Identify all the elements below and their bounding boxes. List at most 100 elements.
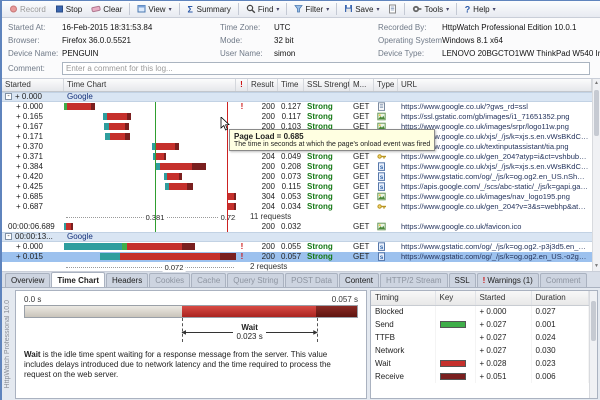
column-header-type[interactable]: Type: [374, 79, 398, 91]
bar-segment: [120, 253, 220, 260]
collapse-icon[interactable]: -: [5, 233, 12, 240]
save-button[interactable]: Save▾: [340, 3, 383, 15]
collapse-icon[interactable]: -: [5, 93, 12, 100]
comment-input[interactable]: [62, 62, 590, 75]
tab-post-data[interactable]: POST Data: [285, 273, 338, 287]
request-row[interactable]: + 0.3842000.208StrongGETshttps://www.goo…: [2, 162, 592, 172]
timing-column-started[interactable]: Started: [475, 291, 531, 305]
timing-key: [435, 331, 475, 344]
request-row[interactable]: + 0.4252000.115StrongGETshttps://apis.go…: [2, 182, 592, 192]
column-header-timechart[interactable]: Time Chart: [64, 79, 236, 91]
column-header-url[interactable]: URL: [398, 79, 592, 91]
timing-column-key[interactable]: Key: [435, 291, 475, 305]
request-row[interactable]: + 0.1712000.103StrongGETshttps://www.goo…: [2, 132, 592, 142]
scrollbar-thumb[interactable]: [594, 90, 599, 136]
page-group-row[interactable]: -00:00:13...Google: [2, 232, 592, 242]
summary-button[interactable]: ΣSummary: [183, 3, 235, 16]
timing-scrollbar-thumb[interactable]: [591, 301, 596, 341]
filter-button[interactable]: Filter▾: [290, 3, 333, 15]
toolbar-button-label: Record: [20, 5, 46, 14]
request-row[interactable]: + 0.4202000.073StrongGETshttps://www.gst…: [2, 172, 592, 182]
tools-button[interactable]: Tools▾: [408, 3, 453, 15]
request-time: 0.053: [278, 192, 304, 202]
tab-query-string[interactable]: Query String: [227, 273, 284, 287]
http-method: GET: [350, 112, 374, 122]
request-time-bar: [64, 202, 236, 212]
request-row[interactable]: + 0.6872040.034StrongGEThttps://www.goog…: [2, 202, 592, 212]
find-button[interactable]: Find▾: [242, 3, 284, 15]
request-row[interactable]: + 0.1652000.117StrongGEThttps://ssl.gsta…: [2, 112, 592, 122]
column-header-started[interactable]: Started: [2, 79, 64, 91]
request-started: + 0.384: [2, 162, 64, 172]
timing-row[interactable]: TTFB+ 0.0270.024: [371, 331, 589, 344]
ssl-strength: Strong: [304, 162, 350, 172]
brand-strip: HttpWatch Professional 10.0: [2, 288, 13, 400]
view-button[interactable]: View▾: [133, 3, 175, 15]
timing-column-timing[interactable]: Timing: [371, 291, 435, 305]
tab-content[interactable]: Content: [339, 273, 379, 287]
request-row[interactable]: 00:00:06.6892000.032GEThttps://www.googl…: [2, 222, 592, 232]
timing-name: Receive: [371, 370, 435, 383]
stop-button[interactable]: Stop: [51, 3, 86, 15]
column-header-ssl[interactable]: SSL Strength: [304, 79, 350, 91]
request-started: + 0.420: [2, 172, 64, 182]
column-header-method[interactable]: M...: [350, 79, 374, 91]
timing-row[interactable]: Wait+ 0.0280.023: [371, 357, 589, 370]
time-bar: [103, 113, 131, 120]
timing-column-duration[interactable]: Duration: [531, 291, 589, 305]
warning-indicator: [236, 192, 248, 202]
scroll-up-icon[interactable]: ▲: [593, 79, 600, 88]
column-header-warning[interactable]: !: [236, 79, 248, 91]
request-row[interactable]: + 0.3702000.112StrongGEThttps://www.goog…: [2, 142, 592, 152]
request-row[interactable]: + 0.3712040.049StrongGEThttps://www.goog…: [2, 152, 592, 162]
column-header-time[interactable]: Time: [278, 79, 304, 91]
help-button[interactable]: ?Help▾: [460, 3, 499, 16]
info-value: 32 bit: [274, 36, 378, 45]
tab-overview[interactable]: Overview: [5, 273, 50, 287]
request-row[interactable]: + 0.000!2000.055StrongGETshttps://www.gs…: [2, 242, 592, 252]
clear-button[interactable]: Clear: [87, 3, 126, 15]
timing-row[interactable]: Receive+ 0.0510.006: [371, 370, 589, 383]
result-code: 304: [248, 192, 278, 202]
time-bar: [227, 193, 236, 200]
tab-ssl[interactable]: SSL: [449, 273, 476, 287]
tab-headers[interactable]: Headers: [106, 273, 148, 287]
column-header-result[interactable]: Result: [248, 79, 278, 91]
tab-warnings-1-[interactable]: !Warnings (1): [477, 273, 539, 287]
result-code: 200: [248, 102, 278, 112]
time-bar: [165, 183, 193, 190]
tab-time-chart[interactable]: Time Chart: [51, 272, 105, 287]
result-code: 200: [248, 112, 278, 122]
timing-key: [435, 370, 475, 383]
tab-comment[interactable]: Comment: [540, 273, 587, 287]
request-row[interactable]: + 0.1672000.103StrongGEThttps://www.goog…: [2, 122, 592, 132]
timing-row[interactable]: Network+ 0.0270.030: [371, 344, 589, 357]
timing-row[interactable]: Blocked+ 0.0000.027: [371, 305, 589, 318]
page-group-row[interactable]: -+ 0.000Google: [2, 92, 592, 102]
request-row[interactable]: + 0.000!2000.127StrongGEThttps://www.goo…: [2, 102, 592, 112]
timing-scrollbar[interactable]: [589, 291, 597, 398]
bar-segment: [179, 173, 182, 180]
grid-scrollbar[interactable]: ▲ ▼: [592, 79, 600, 271]
tab-cache[interactable]: Cache: [191, 273, 226, 287]
page-title: Google: [64, 92, 592, 102]
warning-indicator: [236, 222, 248, 232]
request-url: https://www.gstatic.com/og/_/js/k=og.og2…: [398, 172, 592, 182]
request-row[interactable]: + 0.6853040.053StrongGEThttps://www.goog…: [2, 192, 592, 202]
info-value: UTC: [274, 23, 378, 32]
tab-label: Warnings (1): [487, 276, 533, 285]
page-button[interactable]: [384, 3, 401, 16]
request-row[interactable]: + 0.015!2000.057StrongGETshttps://www.gs…: [2, 252, 592, 262]
tab-cookies[interactable]: Cookies: [149, 273, 190, 287]
wait-annotation: ◀ Wait 0.023 s ▶: [182, 323, 317, 341]
bar-segment: [167, 173, 179, 180]
http-method: GET: [350, 222, 374, 232]
warning-icon: !: [483, 276, 486, 285]
ssl-strength: Strong: [304, 242, 350, 252]
scroll-down-icon[interactable]: ▼: [593, 262, 600, 271]
tab-http-2-stream[interactable]: HTTP/2 Stream: [380, 273, 448, 287]
timing-row[interactable]: Send+ 0.0270.001: [371, 318, 589, 331]
ssl-strength: Strong: [304, 102, 350, 112]
tab-label: Query String: [233, 276, 278, 285]
record-button[interactable]: Record: [5, 3, 50, 15]
